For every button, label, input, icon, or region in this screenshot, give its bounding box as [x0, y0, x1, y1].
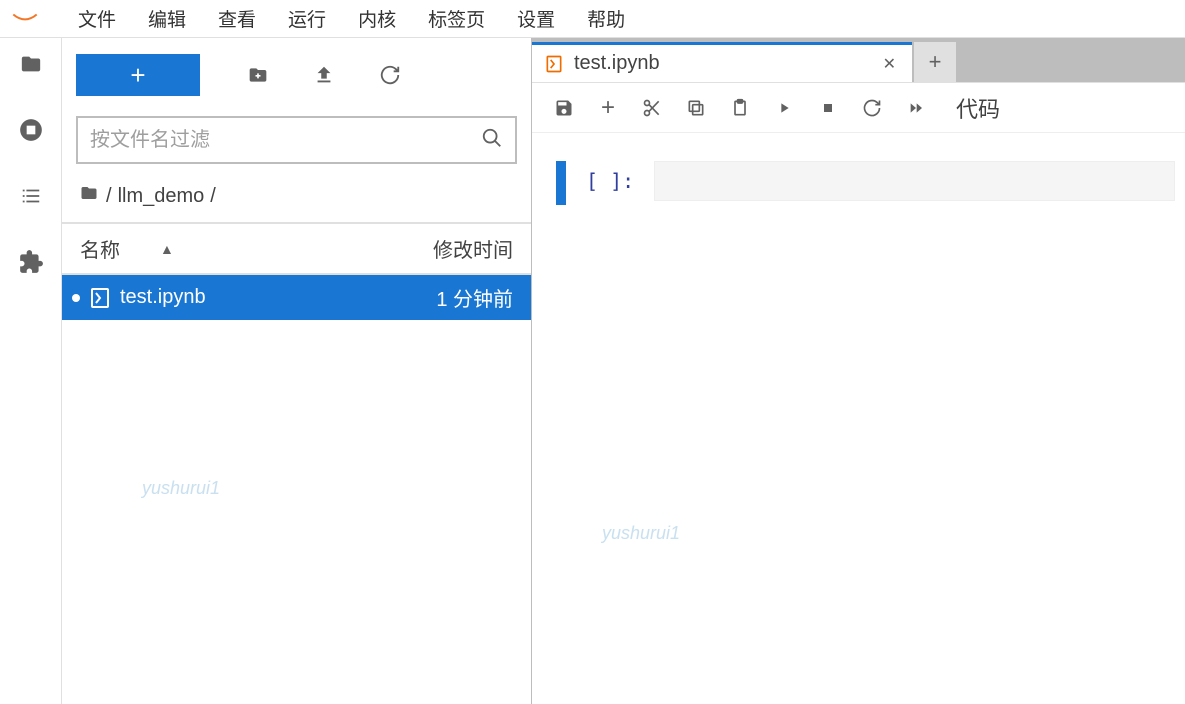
search-icon — [481, 127, 503, 154]
breadcrumb-root[interactable]: / — [106, 185, 112, 208]
cut-button[interactable] — [630, 88, 674, 128]
tab-title: test.ipynb — [574, 52, 869, 75]
breadcrumb-folder[interactable]: llm_demo — [118, 185, 205, 208]
menu-view[interactable]: 查看 — [204, 0, 270, 38]
tab-bar: test.ipynb ✕ + — [532, 42, 1185, 82]
run-all-button[interactable] — [894, 88, 938, 128]
running-dot-icon — [72, 294, 80, 302]
filter-input[interactable] — [90, 129, 481, 152]
new-folder-button[interactable] — [230, 55, 286, 95]
folder-icon[interactable] — [78, 184, 100, 208]
file-name: test.ipynb — [120, 286, 206, 309]
filter-box — [76, 116, 517, 164]
sort-by-name[interactable]: 名称 ▲ — [80, 234, 174, 263]
file-modified: 1 分钟前 — [436, 283, 513, 312]
editor-area: test.ipynb ✕ + + — [532, 38, 1185, 704]
stop-button[interactable] — [806, 88, 850, 128]
cell-type-select[interactable]: 代码 — [948, 92, 1008, 124]
close-icon[interactable]: ✕ — [879, 54, 900, 74]
menu-tabs[interactable]: 标签页 — [414, 0, 499, 38]
watermark: yushurui1 — [602, 523, 680, 544]
copy-button[interactable] — [674, 88, 718, 128]
cell-active-indicator — [556, 161, 566, 205]
activity-bar — [0, 38, 62, 704]
breadcrumb-sep: / — [210, 185, 216, 208]
running-sessions-tab[interactable] — [15, 114, 47, 146]
new-tab-button[interactable]: + — [914, 42, 956, 82]
sort-arrow-icon: ▲ — [160, 241, 174, 257]
notebook-toolbar: + — [532, 83, 1185, 133]
save-button[interactable] — [542, 88, 586, 128]
restart-button[interactable] — [850, 88, 894, 128]
menu-help[interactable]: 帮助 — [573, 0, 639, 38]
file-list-header: 名称 ▲ 修改时间 — [62, 222, 531, 275]
toc-tab[interactable] — [15, 180, 47, 212]
file-browser: + / llm_demo / — [62, 38, 532, 704]
refresh-button[interactable] — [362, 55, 418, 95]
breadcrumb: / llm_demo / — [62, 172, 531, 222]
watermark: yushurui1 — [142, 478, 220, 499]
file-browser-tab[interactable] — [15, 48, 47, 80]
menu-edit[interactable]: 编辑 — [134, 0, 200, 38]
file-row[interactable]: test.ipynb 1 分钟前 — [62, 275, 531, 320]
notebook-cell[interactable]: [ ]: — [532, 133, 1185, 205]
tab-notebook[interactable]: test.ipynb ✕ — [532, 42, 912, 82]
menu-kernel[interactable]: 内核 — [344, 0, 410, 38]
cell-input[interactable] — [654, 161, 1175, 201]
insert-cell-button[interactable]: + — [586, 88, 630, 128]
menu-file[interactable]: 文件 — [64, 0, 130, 38]
upload-button[interactable] — [296, 55, 352, 95]
notebook-icon — [544, 54, 564, 74]
cell-prompt: [ ]: — [586, 161, 634, 193]
sort-by-modified[interactable]: 修改时间 — [433, 234, 513, 263]
notebook-icon — [88, 286, 112, 310]
menu-run[interactable]: 运行 — [274, 0, 340, 38]
paste-button[interactable] — [718, 88, 762, 128]
menu-settings[interactable]: 设置 — [503, 0, 569, 38]
menu-bar: 文件 编辑 查看 运行 内核 标签页 设置 帮助 — [0, 0, 1185, 38]
new-launcher-button[interactable]: + — [76, 54, 200, 96]
run-button[interactable] — [762, 88, 806, 128]
extensions-tab[interactable] — [15, 246, 47, 278]
jupyter-logo[interactable] — [10, 9, 40, 29]
